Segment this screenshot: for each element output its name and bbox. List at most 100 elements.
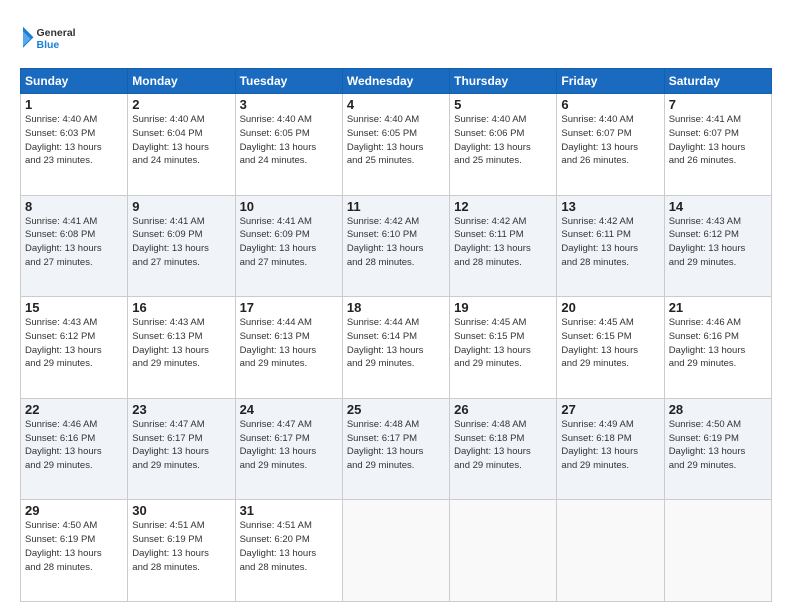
calendar-cell: 15Sunrise: 4:43 AMSunset: 6:12 PMDayligh… [21, 297, 128, 399]
day-number: 27 [561, 402, 659, 417]
logo-svg: General Blue [20, 18, 80, 58]
day-info: Sunrise: 4:42 AMSunset: 6:11 PMDaylight:… [561, 215, 659, 270]
day-info: Sunrise: 4:40 AMSunset: 6:07 PMDaylight:… [561, 113, 659, 168]
day-info: Sunrise: 4:48 AMSunset: 6:17 PMDaylight:… [347, 418, 445, 473]
day-info: Sunrise: 4:42 AMSunset: 6:11 PMDaylight:… [454, 215, 552, 270]
day-info: Sunrise: 4:43 AMSunset: 6:12 PMDaylight:… [669, 215, 767, 270]
weekday-header: Thursday [450, 69, 557, 94]
calendar-cell: 5Sunrise: 4:40 AMSunset: 6:06 PMDaylight… [450, 94, 557, 196]
day-number: 24 [240, 402, 338, 417]
day-info: Sunrise: 4:46 AMSunset: 6:16 PMDaylight:… [25, 418, 123, 473]
day-number: 10 [240, 199, 338, 214]
day-number: 18 [347, 300, 445, 315]
calendar-cell: 17Sunrise: 4:44 AMSunset: 6:13 PMDayligh… [235, 297, 342, 399]
day-info: Sunrise: 4:40 AMSunset: 6:06 PMDaylight:… [454, 113, 552, 168]
day-info: Sunrise: 4:46 AMSunset: 6:16 PMDaylight:… [669, 316, 767, 371]
calendar-cell: 1Sunrise: 4:40 AMSunset: 6:03 PMDaylight… [21, 94, 128, 196]
calendar-cell: 31Sunrise: 4:51 AMSunset: 6:20 PMDayligh… [235, 500, 342, 602]
calendar-week: 8Sunrise: 4:41 AMSunset: 6:08 PMDaylight… [21, 195, 772, 297]
day-number: 4 [347, 97, 445, 112]
calendar-cell: 11Sunrise: 4:42 AMSunset: 6:10 PMDayligh… [342, 195, 449, 297]
day-info: Sunrise: 4:50 AMSunset: 6:19 PMDaylight:… [25, 519, 123, 574]
day-number: 16 [132, 300, 230, 315]
day-number: 7 [669, 97, 767, 112]
weekday-header: Monday [128, 69, 235, 94]
day-info: Sunrise: 4:40 AMSunset: 6:05 PMDaylight:… [347, 113, 445, 168]
day-info: Sunrise: 4:47 AMSunset: 6:17 PMDaylight:… [132, 418, 230, 473]
day-number: 6 [561, 97, 659, 112]
day-info: Sunrise: 4:41 AMSunset: 6:09 PMDaylight:… [240, 215, 338, 270]
day-number: 8 [25, 199, 123, 214]
weekday-header: Friday [557, 69, 664, 94]
day-number: 9 [132, 199, 230, 214]
day-info: Sunrise: 4:41 AMSunset: 6:07 PMDaylight:… [669, 113, 767, 168]
calendar-week: 22Sunrise: 4:46 AMSunset: 6:16 PMDayligh… [21, 398, 772, 500]
calendar-cell [450, 500, 557, 602]
calendar-cell: 8Sunrise: 4:41 AMSunset: 6:08 PMDaylight… [21, 195, 128, 297]
day-number: 31 [240, 503, 338, 518]
calendar-cell: 6Sunrise: 4:40 AMSunset: 6:07 PMDaylight… [557, 94, 664, 196]
day-number: 29 [25, 503, 123, 518]
svg-text:Blue: Blue [37, 39, 60, 51]
logo: General Blue [20, 18, 80, 58]
day-number: 19 [454, 300, 552, 315]
day-info: Sunrise: 4:41 AMSunset: 6:08 PMDaylight:… [25, 215, 123, 270]
calendar-cell: 29Sunrise: 4:50 AMSunset: 6:19 PMDayligh… [21, 500, 128, 602]
day-number: 23 [132, 402, 230, 417]
day-info: Sunrise: 4:40 AMSunset: 6:03 PMDaylight:… [25, 113, 123, 168]
calendar-table: SundayMondayTuesdayWednesdayThursdayFrid… [20, 68, 772, 602]
calendar-cell: 21Sunrise: 4:46 AMSunset: 6:16 PMDayligh… [664, 297, 771, 399]
day-info: Sunrise: 4:47 AMSunset: 6:17 PMDaylight:… [240, 418, 338, 473]
day-info: Sunrise: 4:50 AMSunset: 6:19 PMDaylight:… [669, 418, 767, 473]
calendar-cell: 20Sunrise: 4:45 AMSunset: 6:15 PMDayligh… [557, 297, 664, 399]
day-info: Sunrise: 4:49 AMSunset: 6:18 PMDaylight:… [561, 418, 659, 473]
calendar-cell: 14Sunrise: 4:43 AMSunset: 6:12 PMDayligh… [664, 195, 771, 297]
day-number: 11 [347, 199, 445, 214]
day-number: 3 [240, 97, 338, 112]
day-number: 21 [669, 300, 767, 315]
day-number: 1 [25, 97, 123, 112]
day-number: 12 [454, 199, 552, 214]
day-number: 22 [25, 402, 123, 417]
day-number: 17 [240, 300, 338, 315]
day-number: 5 [454, 97, 552, 112]
calendar-week: 1Sunrise: 4:40 AMSunset: 6:03 PMDaylight… [21, 94, 772, 196]
calendar-cell [342, 500, 449, 602]
weekday-header: Sunday [21, 69, 128, 94]
day-info: Sunrise: 4:42 AMSunset: 6:10 PMDaylight:… [347, 215, 445, 270]
calendar-cell: 4Sunrise: 4:40 AMSunset: 6:05 PMDaylight… [342, 94, 449, 196]
calendar-cell: 2Sunrise: 4:40 AMSunset: 6:04 PMDaylight… [128, 94, 235, 196]
day-number: 30 [132, 503, 230, 518]
day-number: 14 [669, 199, 767, 214]
calendar-cell: 18Sunrise: 4:44 AMSunset: 6:14 PMDayligh… [342, 297, 449, 399]
day-number: 20 [561, 300, 659, 315]
calendar-cell: 25Sunrise: 4:48 AMSunset: 6:17 PMDayligh… [342, 398, 449, 500]
calendar-cell: 9Sunrise: 4:41 AMSunset: 6:09 PMDaylight… [128, 195, 235, 297]
day-number: 28 [669, 402, 767, 417]
day-info: Sunrise: 4:44 AMSunset: 6:14 PMDaylight:… [347, 316, 445, 371]
calendar-cell: 24Sunrise: 4:47 AMSunset: 6:17 PMDayligh… [235, 398, 342, 500]
day-info: Sunrise: 4:40 AMSunset: 6:05 PMDaylight:… [240, 113, 338, 168]
day-number: 15 [25, 300, 123, 315]
weekday-header: Saturday [664, 69, 771, 94]
calendar-cell: 27Sunrise: 4:49 AMSunset: 6:18 PMDayligh… [557, 398, 664, 500]
calendar-cell: 30Sunrise: 4:51 AMSunset: 6:19 PMDayligh… [128, 500, 235, 602]
calendar-cell: 12Sunrise: 4:42 AMSunset: 6:11 PMDayligh… [450, 195, 557, 297]
day-info: Sunrise: 4:51 AMSunset: 6:20 PMDaylight:… [240, 519, 338, 574]
calendar-cell: 3Sunrise: 4:40 AMSunset: 6:05 PMDaylight… [235, 94, 342, 196]
day-info: Sunrise: 4:43 AMSunset: 6:13 PMDaylight:… [132, 316, 230, 371]
calendar-cell: 16Sunrise: 4:43 AMSunset: 6:13 PMDayligh… [128, 297, 235, 399]
day-info: Sunrise: 4:40 AMSunset: 6:04 PMDaylight:… [132, 113, 230, 168]
calendar-cell: 26Sunrise: 4:48 AMSunset: 6:18 PMDayligh… [450, 398, 557, 500]
day-number: 13 [561, 199, 659, 214]
calendar-cell: 28Sunrise: 4:50 AMSunset: 6:19 PMDayligh… [664, 398, 771, 500]
day-info: Sunrise: 4:45 AMSunset: 6:15 PMDaylight:… [454, 316, 552, 371]
calendar-cell: 10Sunrise: 4:41 AMSunset: 6:09 PMDayligh… [235, 195, 342, 297]
calendar-cell: 19Sunrise: 4:45 AMSunset: 6:15 PMDayligh… [450, 297, 557, 399]
calendar-week: 29Sunrise: 4:50 AMSunset: 6:19 PMDayligh… [21, 500, 772, 602]
day-number: 25 [347, 402, 445, 417]
calendar-cell: 7Sunrise: 4:41 AMSunset: 6:07 PMDaylight… [664, 94, 771, 196]
day-number: 26 [454, 402, 552, 417]
calendar-cell [664, 500, 771, 602]
calendar-cell [557, 500, 664, 602]
